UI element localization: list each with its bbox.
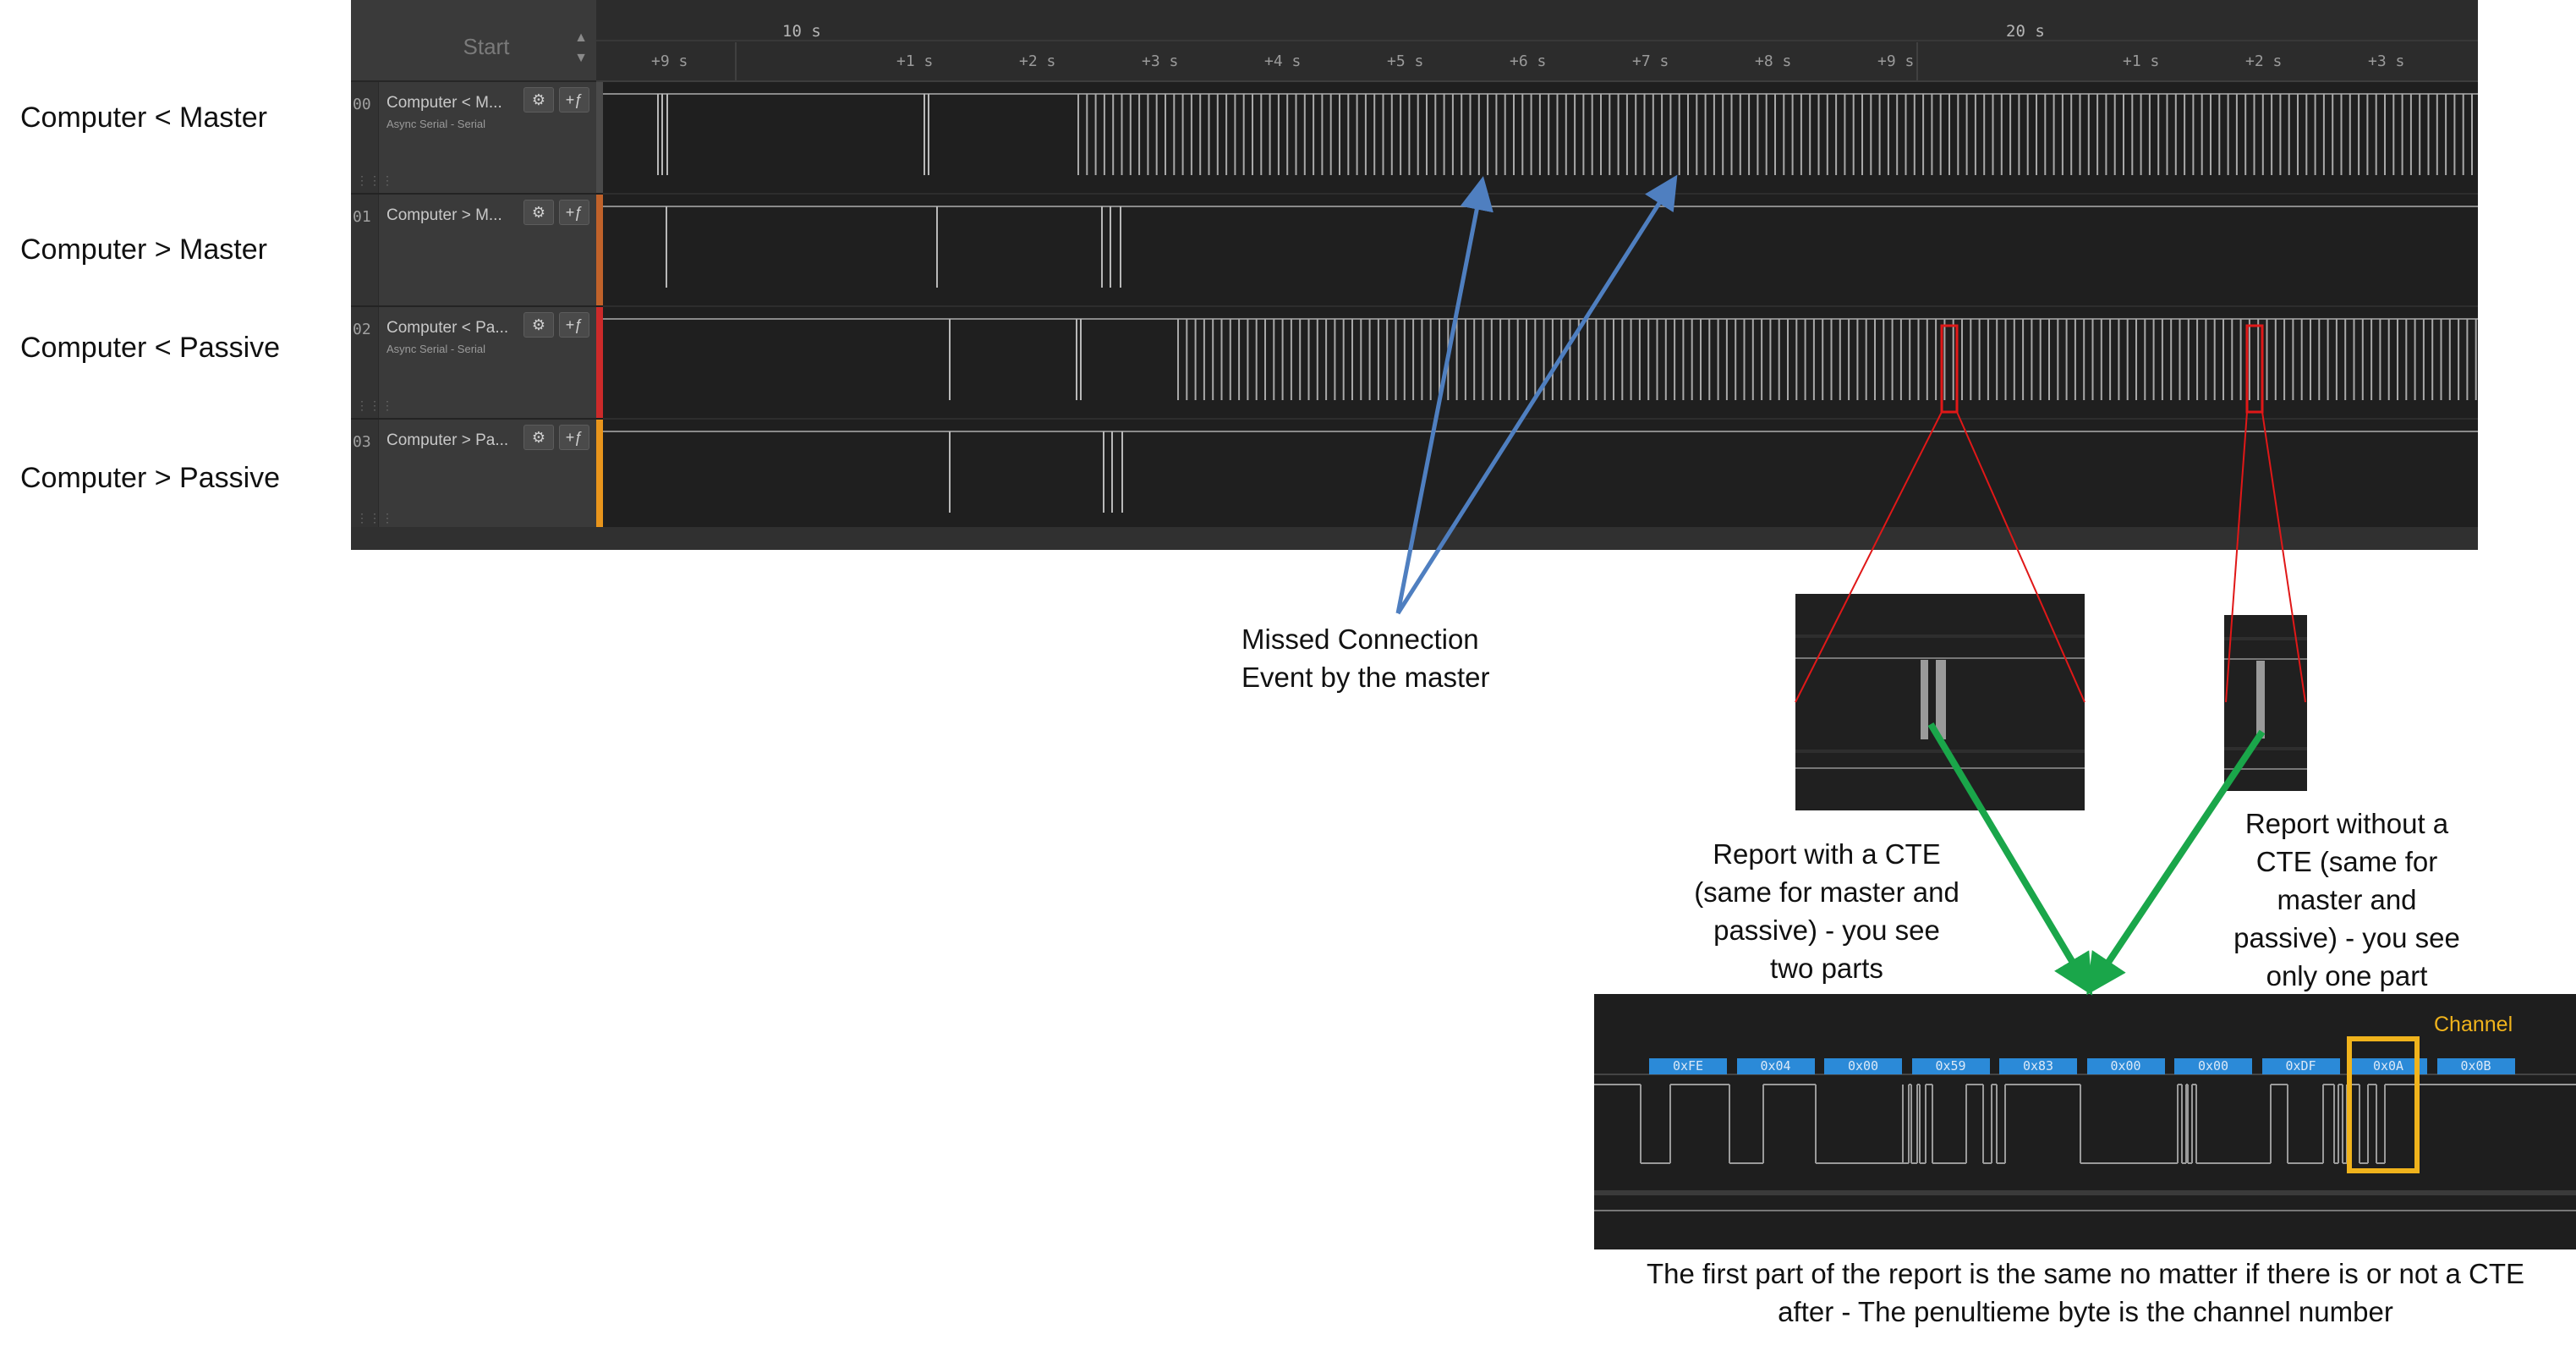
no-cte-report-marker	[2245, 324, 2264, 414]
callout-line	[1795, 411, 1943, 703]
callout-line	[2261, 411, 2306, 703]
decoder-arrow	[1927, 722, 2093, 996]
callout-line	[2225, 411, 2248, 703]
cte-report-marker	[1940, 324, 1959, 414]
decoder-arrow	[2086, 729, 2266, 996]
callout-line	[1956, 411, 2085, 703]
annotation-overlay	[1395, 174, 2306, 996]
